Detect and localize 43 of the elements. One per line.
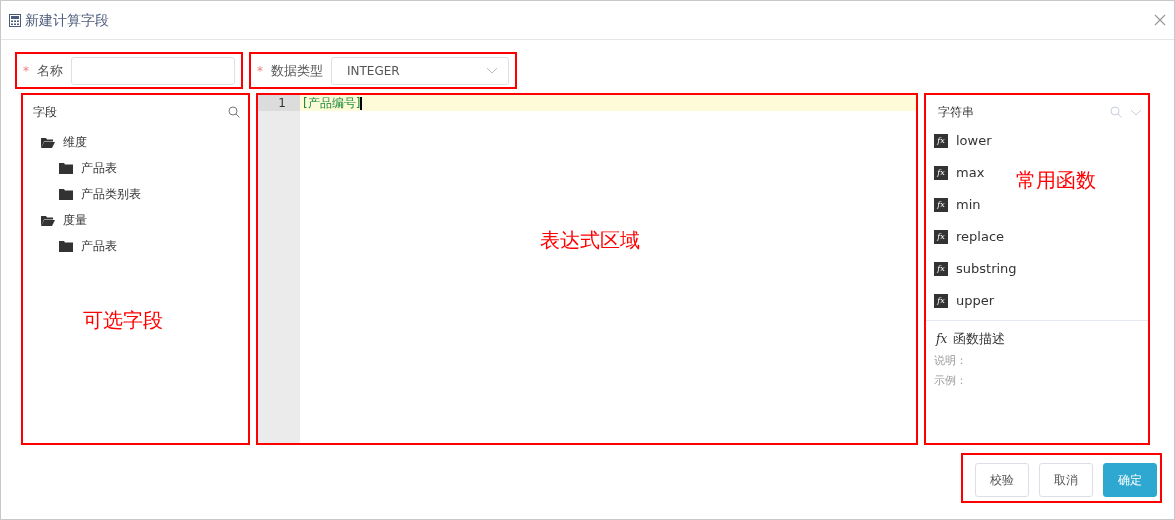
annotation-label: 表达式区域	[540, 227, 640, 254]
function-icon: fx	[934, 198, 948, 212]
field-label: 名称	[37, 61, 63, 80]
function-icon: fx	[934, 230, 948, 244]
name-input[interactable]	[71, 56, 235, 85]
expression-editor[interactable]: 1 [产品编号] 表达式区域	[256, 93, 918, 445]
function-item[interactable]: min	[956, 195, 981, 215]
function-icon: fx	[934, 262, 948, 276]
select-value: INTEGER	[347, 62, 400, 80]
example-label: 示例：	[934, 373, 968, 389]
annotation-label: 常用函数	[1016, 167, 1096, 194]
tree-item[interactable]: 度量	[63, 211, 87, 229]
required-mark: *	[257, 62, 263, 80]
tree-item[interactable]: 维度	[63, 133, 87, 151]
tree-item[interactable]: 产品表	[81, 237, 117, 255]
panel-title: 字段	[33, 104, 57, 121]
function-item[interactable]: lower	[956, 131, 992, 151]
field-label: 数据类型	[271, 61, 323, 80]
function-item[interactable]: upper	[956, 291, 995, 311]
description-title: 函数描述	[953, 330, 1006, 348]
annotation-label: 可选字段	[83, 307, 163, 334]
category-label[interactable]: 字符串	[938, 103, 974, 121]
type-select[interactable]: INTEGER	[331, 56, 509, 85]
line-number: 1	[258, 95, 300, 111]
function-icon: fx	[934, 294, 948, 308]
description-label: 说明：	[934, 352, 968, 369]
tree-item[interactable]: 产品类别表	[81, 185, 141, 203]
function-item[interactable]: max	[956, 163, 985, 183]
calculator-icon	[9, 13, 21, 27]
search-icon[interactable]	[228, 106, 240, 118]
close-icon[interactable]	[1154, 14, 1166, 26]
function-icon: fx	[934, 166, 948, 180]
dialog-button[interactable]: 校验	[975, 463, 1029, 497]
function-item[interactable]: substring	[956, 259, 1017, 279]
dialog-button[interactable]: 取消	[1039, 463, 1093, 497]
function-item[interactable]: replace	[956, 227, 1005, 247]
dialog-title: 新建计算字段	[25, 10, 109, 30]
chevron-down-icon	[486, 67, 498, 74]
tree-item[interactable]: 产品表	[81, 159, 117, 177]
function-icon: fx	[934, 134, 948, 148]
chevron-down-icon[interactable]	[1130, 108, 1142, 116]
fx-icon: fx	[934, 329, 950, 348]
required-mark: *	[23, 62, 29, 80]
